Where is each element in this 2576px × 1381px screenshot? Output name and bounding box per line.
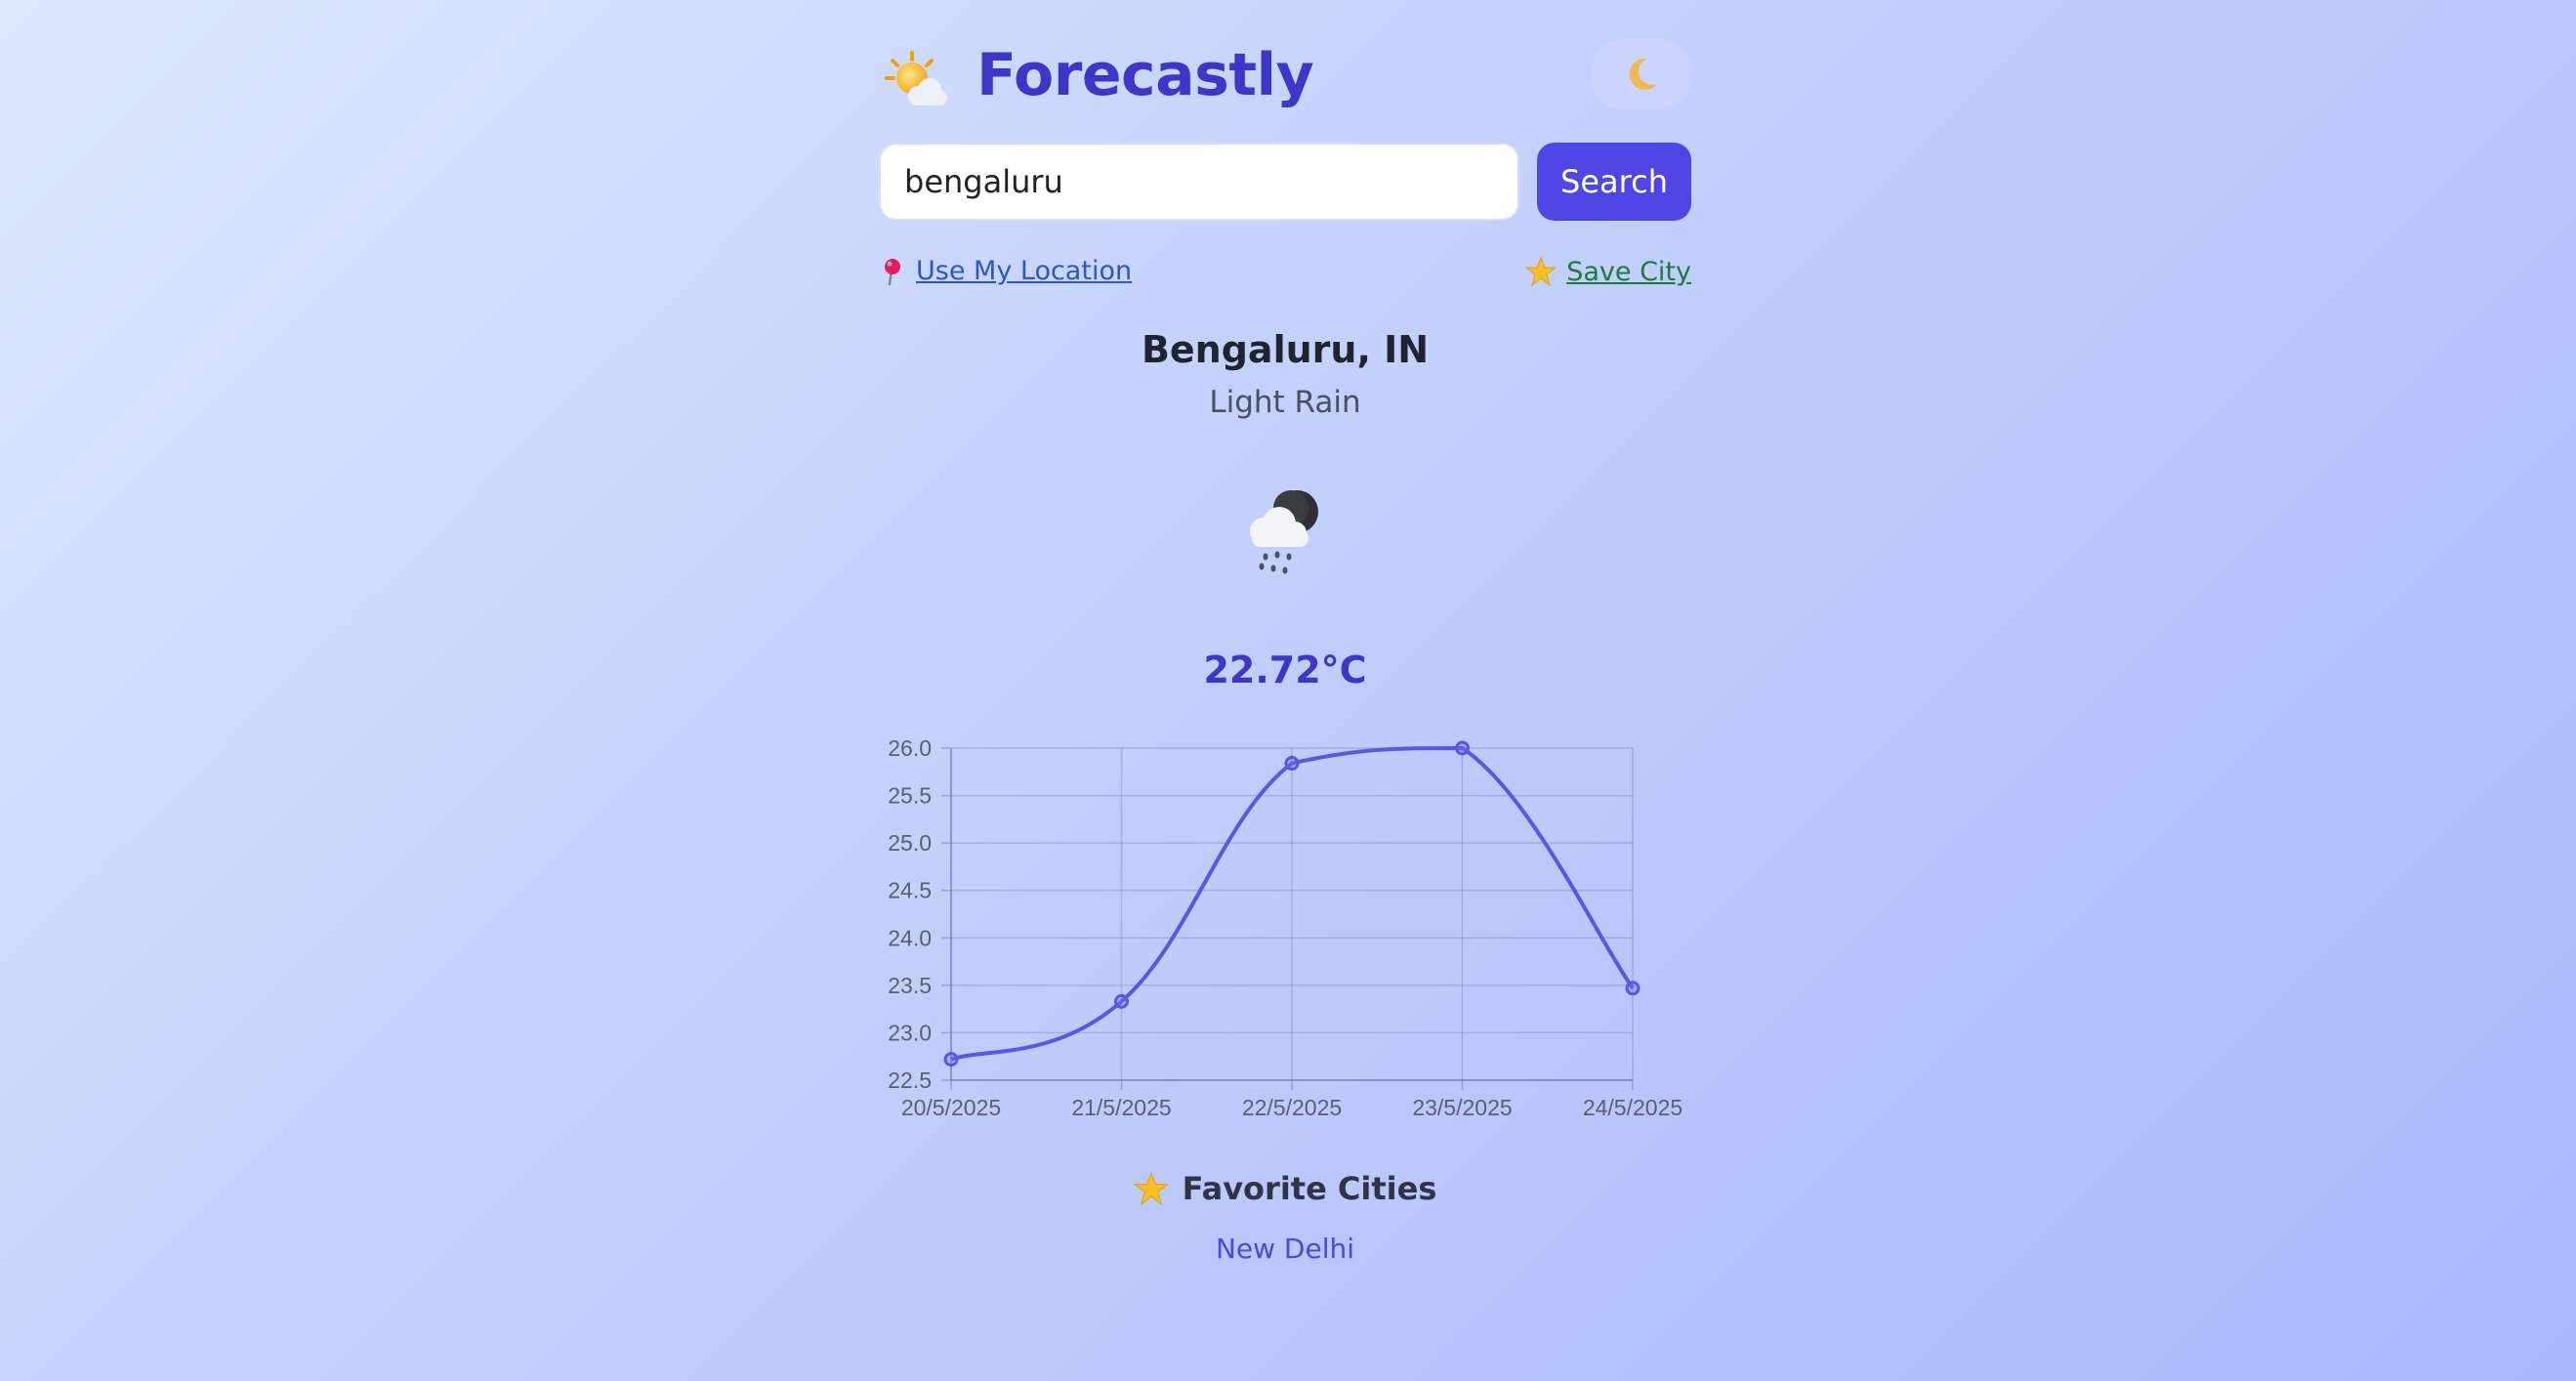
data-point <box>1455 740 1470 756</box>
star-icon <box>1133 1171 1169 1206</box>
data-point <box>943 1052 959 1067</box>
favorite-cities-heading: Favorite Cities <box>879 1170 1691 1207</box>
x-tick-label: 21/5/2025 <box>1071 1095 1171 1120</box>
temperature-chart: 26.0 25.5 25.0 24.5 24.0 23.5 23.0 22.520/5/202… <box>888 735 1683 1120</box>
app-title: Forecastly <box>976 41 1314 109</box>
star-icon <box>1525 256 1558 287</box>
search-input[interactable] <box>879 143 1519 221</box>
y-tick-label: 24.0 <box>888 925 932 950</box>
x-tick-label: 23/5/2025 <box>1412 1095 1512 1120</box>
search-button[interactable]: Search <box>1537 143 1691 221</box>
theme-toggle-button[interactable] <box>1592 39 1691 109</box>
current-temperature: 22.72°C <box>1203 649 1367 691</box>
save-city-label: Save City <box>1566 256 1691 287</box>
rain-cloud-night-icon <box>1250 490 1318 574</box>
x-tick-label: 24/5/2025 <box>1583 1095 1683 1120</box>
pin-icon <box>885 258 900 285</box>
y-tick-label: 23.5 <box>888 973 932 998</box>
data-point <box>1114 993 1129 1009</box>
header: Forecastly <box>879 37 1691 119</box>
favorite-city-item[interactable]: New Delhi <box>879 1233 1691 1265</box>
y-tick-label: 24.5 <box>888 878 932 903</box>
y-tick-label: 25.5 <box>888 783 932 809</box>
data-point <box>1625 981 1641 996</box>
use-my-location-link[interactable]: Use My Location <box>879 256 1132 286</box>
x-tick-label: 20/5/2025 <box>901 1095 1001 1120</box>
data-point <box>1284 756 1300 772</box>
use-my-location-label: Use My Location <box>916 256 1133 286</box>
y-tick-label: 23.0 <box>888 1020 932 1045</box>
sun-behind-cloud-icon <box>885 51 947 105</box>
crescent-moon-icon <box>1629 58 1657 90</box>
app-container: Forecastly Search Use My Location Save C… <box>879 0 1691 1381</box>
y-tick-label: 26.0 <box>888 735 932 761</box>
save-city-link[interactable]: Save City <box>1525 256 1691 287</box>
y-tick-label: 25.0 <box>888 830 932 856</box>
x-tick-label: 22/5/2025 <box>1242 1095 1342 1120</box>
weather-condition: Light Rain <box>1209 385 1361 420</box>
city-name: Bengaluru, IN <box>1141 328 1430 371</box>
y-tick-label: 22.5 <box>888 1067 932 1093</box>
action-links: Use My Location Save City <box>879 256 1691 295</box>
favorite-cities-title: Favorite Cities <box>1182 1170 1437 1207</box>
